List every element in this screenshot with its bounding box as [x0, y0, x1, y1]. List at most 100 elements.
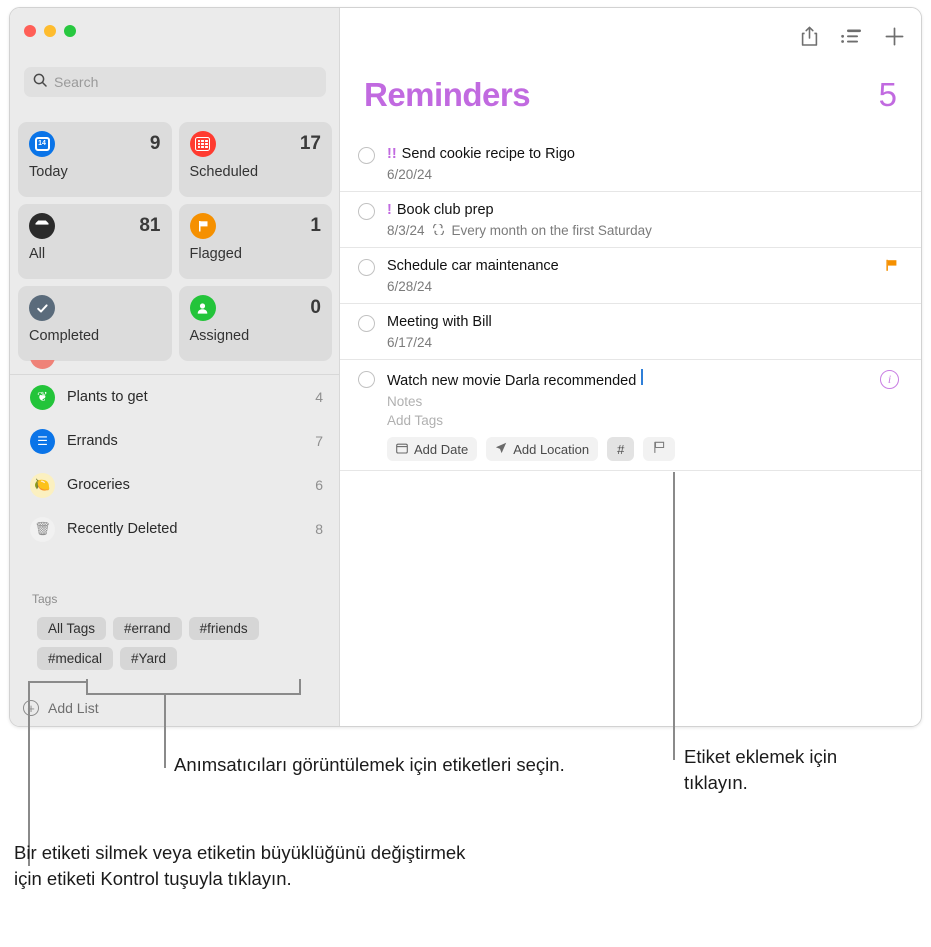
sort-list-icon[interactable] [841, 28, 862, 45]
list-item-plants-to-get[interactable]: ❦ Plants to get 4 [10, 375, 339, 419]
list-item-errands[interactable]: ☰ Errands 7 [10, 419, 339, 463]
search-placeholder: Search [54, 74, 99, 90]
smart-list-count: 9 [149, 133, 161, 154]
priority-marker: ! [387, 202, 392, 218]
list-item-groceries[interactable]: 🍋 Groceries 6 [10, 463, 339, 507]
reminder-title-line: !! Send cookie recipe to Rigo [387, 145, 899, 164]
smart-list-flagged[interactable]: 1 Flagged [178, 204, 332, 279]
callout-bracket-right-tick [299, 679, 301, 695]
add-flag-button[interactable] [643, 437, 676, 461]
reminder-date: 6/20/24 [387, 167, 433, 182]
reminder-body: !! Send cookie recipe to Rigo 6/20/24 [387, 145, 899, 182]
leaf-icon: ❦ [30, 384, 55, 410]
complete-circle-icon[interactable] [358, 315, 375, 332]
reminder-row[interactable]: Meeting with Bill 6/17/24 [340, 304, 921, 360]
share-icon[interactable] [800, 26, 819, 47]
zoom-button[interactable] [64, 25, 76, 37]
minimize-button[interactable] [44, 25, 56, 37]
callout-line-add-tag [673, 472, 675, 760]
tag-errand[interactable]: #errand [113, 617, 182, 640]
callout-bracket-horizontal [86, 693, 300, 695]
tags-section-header: Tags [32, 592, 58, 606]
list-bullet-icon: ☰ [30, 428, 55, 454]
reminder-title-line: ! Book club prep [387, 201, 899, 220]
notes-placeholder[interactable]: Notes [387, 393, 880, 410]
reminder-subtitle: 6/28/24 [387, 279, 884, 294]
partial-list-row[interactable] [10, 360, 340, 374]
list-item-label: Recently Deleted [67, 521, 178, 537]
smart-list-scheduled[interactable]: 17 Scheduled [178, 122, 332, 197]
location-arrow-icon [495, 442, 507, 457]
plus-icon[interactable] [884, 26, 905, 47]
search-icon [33, 73, 47, 92]
tag-medical[interactable]: #medical [37, 647, 114, 670]
reminder-row[interactable]: ! Book club prep 8/3/24 Every month on t… [340, 192, 921, 248]
reminder-title: Book club prep [396, 202, 494, 218]
add-tags-placeholder[interactable]: Add Tags [387, 412, 880, 429]
list-item-label: Groceries [67, 477, 130, 493]
smart-list-label: Today [29, 164, 68, 180]
smart-list-label: Completed [29, 328, 100, 344]
smart-list-assigned[interactable]: 0 Assigned [178, 286, 332, 361]
smart-list-today[interactable]: 14 9 Today [18, 122, 172, 197]
tag-yard[interactable]: #Yard [120, 647, 178, 670]
list-item-label: Plants to get [67, 389, 148, 405]
reminder-row-editing[interactable]: Watch new movie Darla recommended Notes … [340, 360, 921, 471]
partial-list-icon [30, 360, 55, 369]
smart-list-label: Assigned [189, 328, 250, 344]
add-location-button[interactable]: Add Location [486, 437, 599, 461]
list-item-count: 4 [315, 389, 323, 405]
search-input[interactable]: Search [24, 67, 326, 97]
tag-all-tags[interactable]: All Tags [37, 617, 107, 640]
add-location-label: Add Location [513, 441, 590, 457]
smart-list-label: All [29, 246, 46, 262]
complete-circle-icon[interactable] [358, 147, 375, 164]
add-date-button[interactable]: Add Date [387, 437, 478, 461]
close-button[interactable] [24, 25, 36, 37]
flag-outline-icon [653, 441, 665, 457]
tag-friends[interactable]: #friends [188, 617, 259, 640]
reminder-date: 6/28/24 [387, 279, 433, 294]
add-list-label: Add List [48, 700, 99, 716]
add-date-label: Add Date [414, 441, 469, 457]
reminder-title: Schedule car maintenance [387, 258, 559, 274]
flag-icon[interactable] [884, 258, 899, 277]
complete-circle-icon[interactable] [358, 203, 375, 220]
calendar-day-number: 14 [34, 137, 50, 151]
add-list-button[interactable]: + Add List [23, 700, 99, 716]
smart-list-all[interactable]: 81 All [18, 204, 172, 279]
reminder-title: Send cookie recipe to Rigo [401, 146, 575, 162]
flag-icon [189, 213, 216, 239]
list-item-recently-deleted[interactable]: 🗑 Recently Deleted 8 [10, 507, 339, 551]
plus-circle-icon: + [23, 700, 39, 716]
page-title: Reminders [364, 76, 531, 113]
reminder-title-line[interactable]: Watch new movie Darla recommended [387, 369, 880, 391]
smart-list-label: Flagged [189, 246, 242, 262]
reminder-body: Watch new movie Darla recommended Notes … [387, 369, 880, 461]
callout-line-tagdelete-top [28, 681, 87, 683]
smart-lists-grid: 14 9 Today 17 Scheduled 81 All 1 Flagged… [18, 122, 332, 361]
main-pane: Reminders 5 !! Send cookie recipe to Rig… [340, 8, 921, 726]
info-circle-icon[interactable]: i [880, 370, 899, 389]
quick-action-chips: Add Date Add Location # [387, 437, 880, 461]
calendar-grid-icon [189, 131, 216, 157]
smart-list-completed[interactable]: Completed [18, 286, 172, 361]
list-item-count: 7 [315, 433, 323, 449]
complete-circle-icon[interactable] [358, 259, 375, 276]
reminder-row[interactable]: !! Send cookie recipe to Rigo 6/20/24 [340, 136, 921, 192]
page-count: 5 [878, 76, 897, 113]
reminder-subtitle: 6/17/24 [387, 335, 899, 350]
add-tag-button[interactable]: # [607, 437, 635, 461]
complete-circle-icon[interactable] [358, 371, 375, 388]
window-traffic-lights [24, 25, 76, 37]
calendar-icon: 14 [29, 131, 55, 157]
lemon-icon: 🍋 [30, 472, 55, 498]
reminder-title-line: Schedule car maintenance [387, 257, 884, 276]
reminder-date: 6/17/24 [387, 335, 433, 350]
reminder-row[interactable]: Schedule car maintenance 6/28/24 [340, 248, 921, 304]
reminder-date: 8/3/24 [387, 223, 425, 238]
reminder-title-input[interactable]: Watch new movie Darla recommended [387, 372, 636, 391]
callout-text-tag-delete: Bir etiketi silmek veya etiketin büyüklü… [14, 842, 466, 889]
smart-list-count: 0 [310, 297, 321, 318]
checkmark-circle-icon [29, 295, 55, 321]
